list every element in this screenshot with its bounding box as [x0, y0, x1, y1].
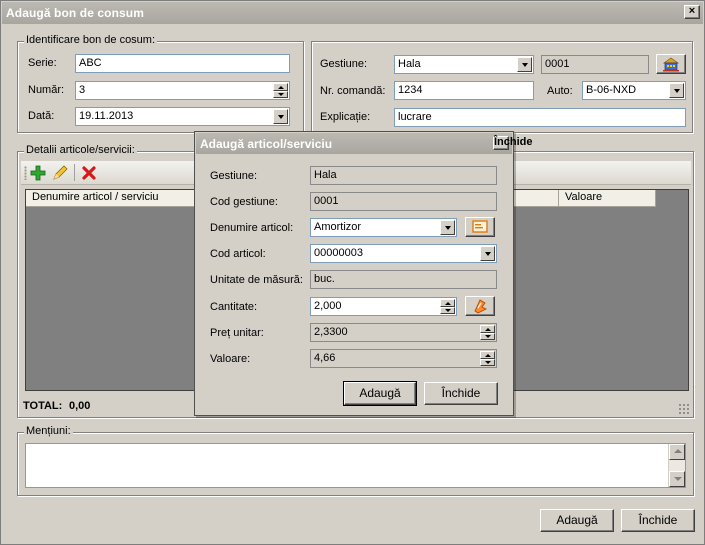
window-titlebar: Adaugă bon de consum — [2, 2, 703, 24]
comanda-input[interactable]: 1234 — [394, 81, 534, 100]
gestiune-value: Hala — [398, 58, 421, 70]
numar-value: 3 — [79, 84, 86, 96]
dialog-close-button[interactable]: Închide — [493, 136, 533, 150]
dlg-add-button[interactable]: Adaugă — [343, 381, 417, 406]
dlg-cod-gestiune-field: 0001 — [310, 192, 497, 211]
numar-spinner[interactable] — [273, 83, 288, 98]
details-resize-grip[interactable] — [678, 403, 690, 415]
add-consumption-voucher-window: Adaugă bon de consum × Identificare bon … — [0, 0, 705, 545]
warehouse-lookup-button[interactable] — [656, 54, 686, 74]
dlg-denumire-label: Denumire articol: — [210, 222, 294, 234]
serie-input[interactable]: ABC — [75, 54, 290, 73]
gestiune-select[interactable]: Hala — [394, 55, 534, 74]
window-close-button[interactable]: × — [684, 5, 700, 19]
add-icon[interactable] — [30, 165, 46, 181]
edit-icon[interactable] — [52, 165, 68, 181]
window-title: Adaugă bon de consum — [6, 6, 145, 20]
serie-label: Serie: — [28, 57, 57, 69]
dlg-valoare-stepper: 4,66 — [310, 349, 497, 368]
note-icon — [472, 220, 488, 233]
scroll-down-arrow[interactable] — [669, 471, 685, 487]
auto-dropdown-button[interactable] — [669, 83, 684, 98]
explicatie-label: Explicație: — [320, 111, 371, 123]
gestiune-code-field: 0001 — [541, 55, 649, 74]
auto-label: Auto: — [547, 85, 573, 97]
total-label: TOTAL: — [23, 400, 63, 412]
dlg-cod-articol-dropdown-button[interactable] — [480, 246, 495, 261]
save-voucher-button[interactable]: Adaugă — [540, 509, 614, 532]
column-header-valoare[interactable]: Valoare — [559, 190, 656, 207]
close-window-button[interactable]: Închide — [621, 509, 695, 532]
dlg-denumire-select[interactable]: Amortizor — [310, 218, 457, 237]
date-value: 19.11.2013 — [79, 110, 134, 122]
dlg-denumire-dropdown-button[interactable] — [440, 220, 455, 235]
dlg-pret-label: Preț unitar: — [210, 327, 264, 339]
dlg-valoare-value: 4,66 — [314, 352, 336, 364]
add-item-dialog: Adaugă articol/serviciu Închide Gestiune… — [194, 131, 533, 416]
dlg-cod-gestiune-label: Cod gestiune: — [210, 196, 278, 208]
gestiune-dropdown-button[interactable] — [517, 57, 532, 72]
auto-value: B-06-NXD — [586, 84, 637, 96]
dialog-title: Adaugă articol/serviciu — [200, 137, 333, 151]
dlg-um-label: Unitate de măsură: — [210, 274, 303, 286]
dlg-cantitate-label: Cantitate: — [210, 301, 258, 313]
dlg-cod-articol-label: Cod articol: — [210, 248, 266, 260]
numar-stepper[interactable]: 3 — [75, 81, 290, 100]
numar-label: Număr: — [28, 84, 65, 96]
dlg-cod-articol-value: 00000003 — [314, 247, 363, 259]
dlg-pret-stepper: 2,3300 — [310, 323, 497, 342]
calculator-icon — [474, 299, 488, 314]
dlg-denumire-value: Amortizor — [314, 221, 362, 233]
date-dropdown-button[interactable] — [273, 109, 288, 124]
dlg-cod-articol-select[interactable]: 00000003 — [310, 244, 497, 263]
toolbar-grip — [24, 166, 27, 180]
data-label: Dată: — [28, 110, 55, 122]
mentions-scrollbar[interactable] — [668, 444, 685, 487]
scroll-up-arrow[interactable] — [669, 444, 685, 460]
gestiune-label: Gestiune: — [320, 58, 368, 70]
dlg-cantitate-stepper[interactable]: 2,000 — [310, 297, 457, 316]
dlg-valoare-spinner — [480, 351, 495, 366]
auto-select[interactable]: B-06-NXD — [582, 81, 686, 100]
dlg-gestiune-label: Gestiune: — [210, 170, 258, 182]
dlg-close-button[interactable]: Închide — [424, 382, 498, 405]
dialog-titlebar: Adaugă articol/serviciu — [196, 133, 512, 154]
mentions-textarea[interactable] — [25, 443, 686, 488]
dlg-cantitate-value: 2,000 — [314, 300, 342, 312]
dlg-cantitate-spinner[interactable] — [440, 299, 455, 314]
date-picker[interactable]: 19.11.2013 — [75, 107, 290, 126]
delete-icon[interactable] — [81, 165, 97, 181]
explicatie-input[interactable]: lucrare — [394, 108, 686, 127]
dlg-pret-spinner — [480, 325, 495, 340]
warehouse-icon — [662, 57, 680, 72]
mentions-legend: Mențiuni: — [24, 425, 73, 437]
dlg-valoare-label: Valoare: — [210, 353, 251, 365]
details-legend: Detalii articole/servicii: — [24, 144, 137, 156]
dlg-calculator-button[interactable] — [465, 296, 495, 316]
toolbar-separator — [74, 164, 75, 181]
identification-legend: Identificare bon de cosum: — [24, 34, 158, 46]
dlg-note-button[interactable] — [465, 217, 495, 237]
comanda-label: Nr. comandă: — [320, 85, 386, 97]
total-value: 0,00 — [69, 400, 91, 412]
dlg-gestiune-field: Hala — [310, 166, 497, 185]
dlg-um-field: buc. — [310, 270, 497, 289]
dlg-pret-value: 2,3300 — [314, 326, 348, 338]
